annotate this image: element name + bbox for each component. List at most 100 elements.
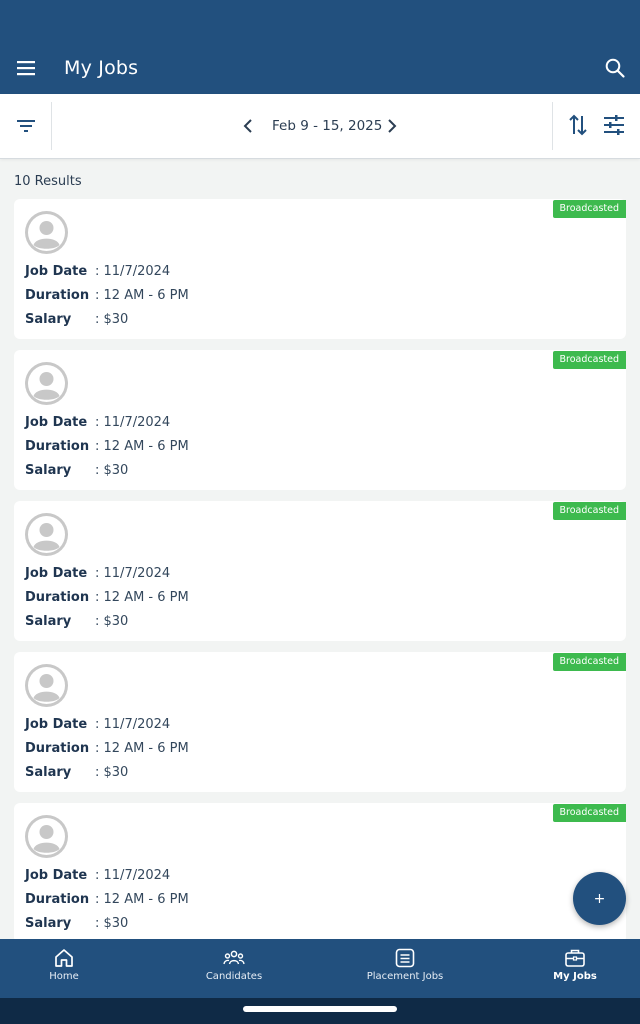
filter-icon[interactable]: [14, 114, 38, 138]
salary-value: $30: [103, 916, 129, 931]
duration-row: Duration: 12 AM - 6 PM: [25, 288, 189, 303]
avatar-icon: [25, 815, 68, 858]
bottom-nav: Home Candidates Placement Jobs My Jobs: [0, 939, 640, 998]
separator: :: [95, 439, 104, 454]
separator: :: [95, 892, 104, 907]
list-icon: [395, 948, 415, 968]
job-date-label: Job Date: [25, 264, 88, 279]
avatar-icon: [25, 513, 68, 556]
filter-toolbar: Feb 9 - 15, 2025: [0, 94, 640, 159]
menu-icon[interactable]: [16, 58, 38, 78]
avatar-icon: [25, 211, 68, 254]
nav-item-placement-jobs[interactable]: Placement Jobs: [325, 939, 485, 998]
duration-row: Duration: 12 AM - 6 PM: [25, 741, 189, 756]
salary-label: Salary: [25, 916, 72, 931]
salary-label: Salary: [25, 765, 72, 780]
salary-value: $30: [103, 463, 129, 478]
salary-row: Salary: $30: [25, 614, 128, 629]
separator: :: [95, 614, 104, 629]
separator: :: [95, 868, 104, 883]
chevron-right-icon[interactable]: [382, 114, 402, 138]
job-card[interactable]: Broadcasted Job Date: 11/7/2024 Duration…: [14, 803, 626, 943]
add-job-button[interactable]: +: [573, 872, 626, 925]
briefcase-icon: [565, 949, 585, 967]
separator: :: [95, 566, 104, 581]
separator: :: [95, 741, 104, 756]
duration-value: 12 AM - 6 PM: [103, 892, 189, 907]
nav-item-label: Placement Jobs: [366, 971, 444, 982]
duration-label: Duration: [25, 439, 90, 454]
job-list: Broadcasted Job Date: 11/7/2024 Duration…: [14, 199, 626, 954]
job-card[interactable]: Broadcasted Job Date: 11/7/2024 Duration…: [14, 350, 626, 490]
salary-label: Salary: [25, 614, 72, 629]
job-date-row: Job Date: 11/7/2024: [25, 868, 170, 883]
status-badge: Broadcasted: [552, 804, 626, 822]
people-icon: [223, 950, 245, 965]
duration-label: Duration: [25, 892, 90, 907]
date-range: Feb 9 - 15, 2025: [272, 118, 383, 134]
status-badge: Broadcasted: [552, 502, 626, 520]
salary-row: Salary: $30: [25, 916, 128, 931]
separator: :: [95, 463, 104, 478]
job-date-value: 11/7/2024: [103, 566, 171, 581]
separator: :: [95, 765, 104, 780]
chevron-left-icon[interactable]: [238, 114, 258, 138]
app-bar: My Jobs: [0, 0, 640, 94]
system-nav-bar: [0, 998, 640, 1024]
duration-row: Duration: 12 AM - 6 PM: [25, 590, 189, 605]
home-gesture-handle[interactable]: [243, 1006, 397, 1012]
separator: :: [95, 312, 104, 327]
salary-value: $30: [103, 614, 129, 629]
job-date-row: Job Date: 11/7/2024: [25, 415, 170, 430]
job-date-label: Job Date: [25, 566, 88, 581]
salary-row: Salary: $30: [25, 463, 128, 478]
salary-label: Salary: [25, 312, 72, 327]
job-date-label: Job Date: [25, 415, 88, 430]
separator: :: [95, 590, 104, 605]
search-icon[interactable]: [604, 57, 626, 79]
duration-value: 12 AM - 6 PM: [103, 741, 189, 756]
page-title: My Jobs: [64, 57, 139, 79]
divider: [552, 102, 553, 150]
separator: :: [95, 288, 104, 303]
nav-item-my-jobs[interactable]: My Jobs: [495, 939, 640, 998]
divider: [51, 102, 52, 150]
job-date-value: 11/7/2024: [103, 415, 171, 430]
job-date-value: 11/7/2024: [103, 868, 171, 883]
salary-value: $30: [103, 312, 129, 327]
job-date-value: 11/7/2024: [103, 264, 171, 279]
results-count: 10 Results: [14, 174, 82, 189]
home-icon: [55, 949, 73, 967]
status-badge: Broadcasted: [552, 653, 626, 671]
separator: :: [95, 916, 104, 931]
duration-label: Duration: [25, 590, 90, 605]
nav-item-label: Candidates: [205, 971, 263, 982]
job-date-label: Job Date: [25, 717, 88, 732]
nav-item-home[interactable]: Home: [0, 939, 144, 998]
sort-icon[interactable]: [566, 112, 590, 138]
nav-item-label: Home: [49, 971, 79, 982]
nav-item-candidates[interactable]: Candidates: [154, 939, 314, 998]
job-date-label: Job Date: [25, 868, 88, 883]
nav-item-label: My Jobs: [553, 971, 597, 982]
job-card[interactable]: Broadcasted Job Date: 11/7/2024 Duration…: [14, 501, 626, 641]
salary-label: Salary: [25, 463, 72, 478]
job-date-row: Job Date: 11/7/2024: [25, 566, 170, 581]
duration-row: Duration: 12 AM - 6 PM: [25, 439, 189, 454]
separator: :: [95, 264, 104, 279]
job-card[interactable]: Broadcasted Job Date: 11/7/2024 Duration…: [14, 199, 626, 339]
duration-value: 12 AM - 6 PM: [103, 439, 189, 454]
status-badge: Broadcasted: [552, 200, 626, 218]
status-badge: Broadcasted: [552, 351, 626, 369]
job-date-value: 11/7/2024: [103, 717, 171, 732]
avatar-icon: [25, 664, 68, 707]
duration-label: Duration: [25, 288, 90, 303]
duration-value: 12 AM - 6 PM: [103, 590, 189, 605]
duration-value: 12 AM - 6 PM: [103, 288, 189, 303]
salary-value: $30: [103, 765, 129, 780]
job-date-row: Job Date: 11/7/2024: [25, 264, 170, 279]
job-card[interactable]: Broadcasted Job Date: 11/7/2024 Duration…: [14, 652, 626, 792]
tune-icon[interactable]: [602, 113, 626, 137]
separator: :: [95, 717, 104, 732]
duration-label: Duration: [25, 741, 90, 756]
